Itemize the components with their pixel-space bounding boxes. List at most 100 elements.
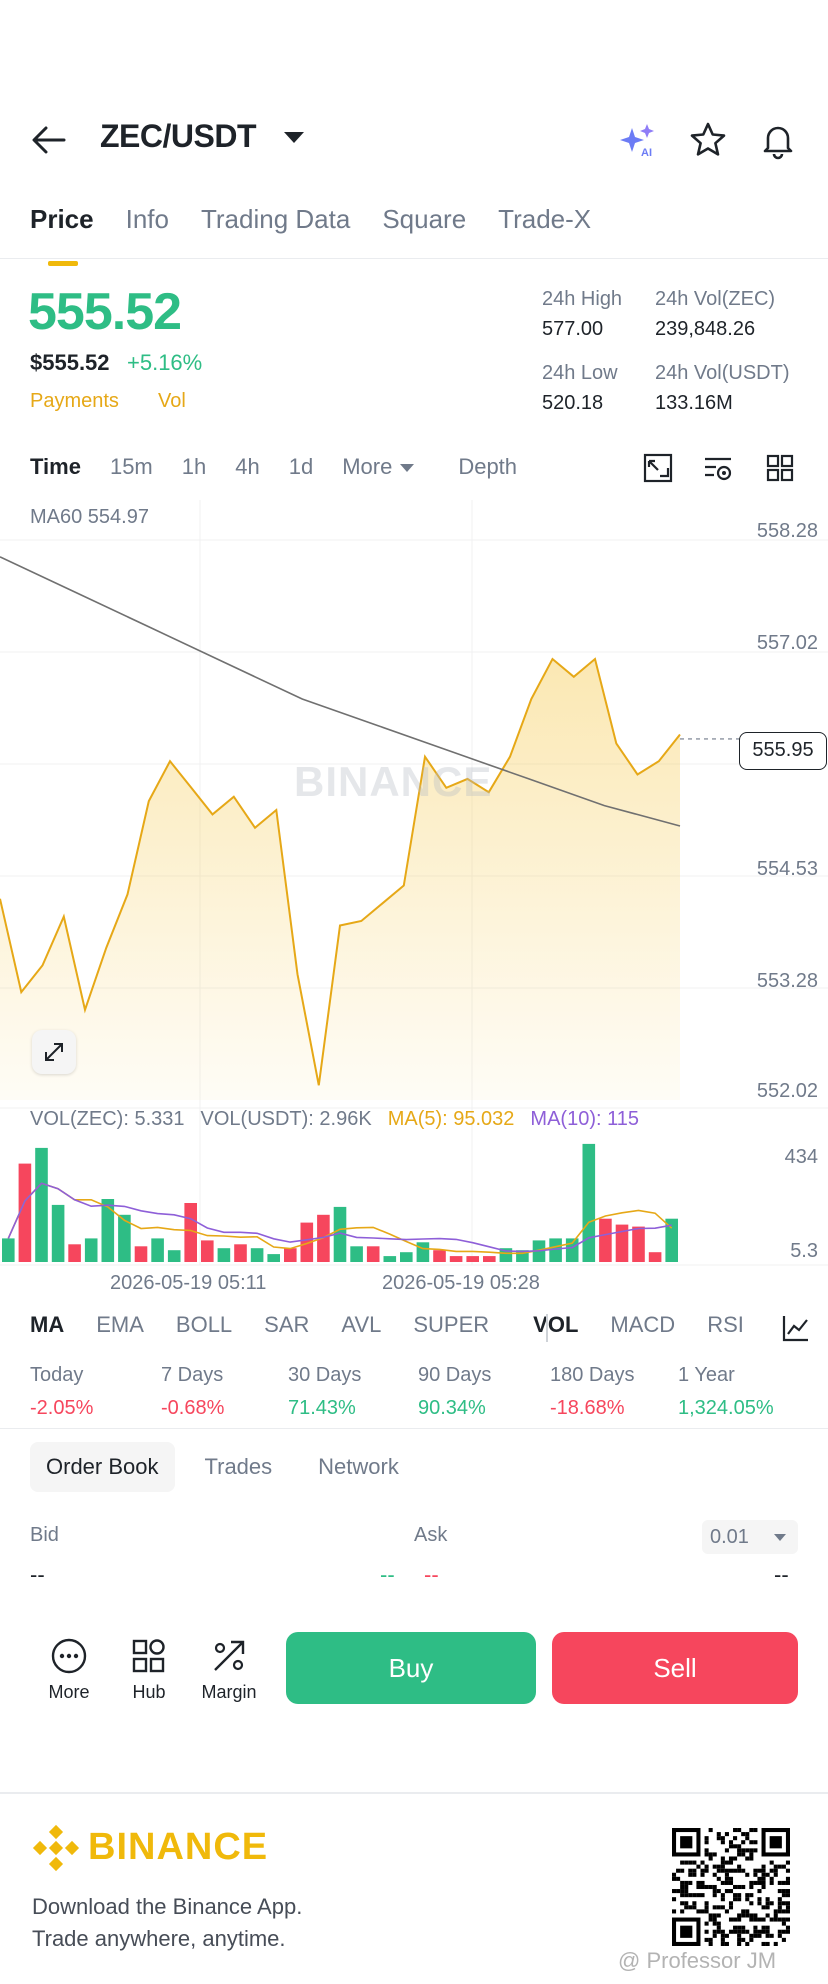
perf-value: -2.05%	[30, 1397, 94, 1419]
vol-ma10-label: MA(10): 115	[530, 1108, 639, 1130]
qr-module	[741, 1925, 746, 1930]
indicator-rsi[interactable]: RSI	[707, 1312, 744, 1338]
svg-text:AI: AI	[641, 147, 652, 159]
indicator-vol[interactable]: VOL	[533, 1312, 578, 1338]
footer-tagline: Trade anywhere, anytime.	[32, 1926, 286, 1951]
interval-more[interactable]: More	[342, 454, 415, 480]
pair-dropdown-caret-icon[interactable]	[284, 132, 304, 143]
ai-sparkle-icon[interactable]: AI	[616, 120, 660, 160]
tab-trading-data[interactable]: Trading Data	[201, 204, 350, 254]
volume-bar	[35, 1147, 48, 1262]
perf-label: 180 Days	[550, 1364, 635, 1386]
qr-module	[781, 1917, 786, 1922]
qr-module	[724, 1872, 729, 1877]
qr-module	[700, 1909, 705, 1914]
bell-icon[interactable]	[758, 120, 798, 160]
qr-module	[688, 1893, 693, 1898]
volume-bar	[2, 1238, 15, 1262]
usd-price: $555.52	[30, 350, 110, 375]
buy-button[interactable]: Buy	[286, 1632, 536, 1704]
indicator-avl[interactable]: AVL	[341, 1312, 381, 1338]
qr-module	[720, 1897, 725, 1902]
tag-payments[interactable]: Payments	[30, 390, 119, 413]
volume-bar	[250, 1248, 264, 1262]
indicator-macd[interactable]: MACD	[610, 1312, 675, 1338]
qr-module	[749, 1933, 754, 1938]
qr-module	[708, 1937, 713, 1942]
qr-module	[728, 1840, 734, 1845]
qr-module	[680, 1909, 685, 1914]
tab-trades[interactable]: Trades	[189, 1442, 289, 1492]
interval-depth[interactable]: Depth	[458, 454, 517, 480]
star-icon[interactable]	[688, 120, 728, 160]
indicator-ma[interactable]: MA	[30, 1312, 64, 1338]
qr-module	[777, 1933, 782, 1938]
qr-module	[769, 1880, 774, 1885]
interval-time[interactable]: Time	[30, 454, 81, 480]
expand-chart-icon[interactable]	[32, 1030, 76, 1074]
qr-module	[733, 1836, 738, 1841]
hub-button[interactable]: Hub	[114, 1636, 184, 1703]
qr-module	[672, 1876, 677, 1881]
qr-module	[741, 1832, 746, 1837]
qr-module	[704, 1884, 709, 1890]
margin-label: Margin	[201, 1682, 257, 1702]
qr-module	[724, 1909, 729, 1914]
binance-wordmark: BINANCE	[88, 1826, 269, 1868]
tab-network[interactable]: Network	[302, 1442, 415, 1492]
qr-module	[680, 1884, 685, 1890]
grid-layout-icon[interactable]	[764, 452, 796, 484]
qr-module	[749, 1840, 754, 1845]
interval-4h[interactable]: 4h	[235, 454, 259, 480]
tab-order-book[interactable]: Order Book	[30, 1442, 175, 1492]
qr-finder	[680, 1836, 693, 1849]
qr-module	[749, 1852, 754, 1857]
qr-module	[724, 1941, 729, 1946]
qr-module	[761, 1929, 766, 1934]
more-button[interactable]: More	[34, 1636, 104, 1703]
sell-button[interactable]: Sell	[552, 1632, 798, 1704]
footer-divider	[0, 1792, 828, 1794]
qr-module	[720, 1929, 725, 1934]
indicator-sar[interactable]: SAR	[264, 1312, 309, 1338]
tab-info[interactable]: Info	[126, 204, 169, 254]
qr-finder	[680, 1925, 693, 1938]
qr-module	[737, 1933, 742, 1938]
qr-module	[769, 1860, 774, 1865]
tab-price[interactable]: Price	[30, 204, 94, 266]
interval-15m[interactable]: 15m	[110, 454, 153, 480]
qr-module	[745, 1872, 750, 1877]
chart-settings-icon[interactable]	[702, 452, 734, 484]
stat-24h-high-value: 577.00	[542, 318, 604, 340]
volume-bar	[134, 1246, 148, 1262]
tab-square[interactable]: Square	[382, 204, 466, 254]
qr-module	[712, 1905, 717, 1910]
indicator-super[interactable]: SUPER	[413, 1312, 489, 1338]
qr-module	[781, 1901, 786, 1906]
interval-1d[interactable]: 1d	[289, 454, 313, 480]
indicator-ema[interactable]: EMA	[96, 1312, 144, 1338]
hub-icon	[132, 1639, 165, 1673]
interval-1h[interactable]: 1h	[182, 454, 206, 480]
qr-module	[720, 1880, 725, 1885]
margin-button[interactable]: Margin	[194, 1636, 264, 1703]
indicator-settings-icon[interactable]	[780, 1312, 812, 1344]
qr-module	[712, 1913, 717, 1918]
qr-module	[728, 1844, 734, 1849]
tag-vol[interactable]: Vol	[158, 390, 186, 413]
vol-tick: 434	[784, 1146, 818, 1168]
qr-code-icon[interactable]	[672, 1828, 790, 1946]
pair-title[interactable]: ZEC/USDT	[100, 118, 257, 155]
price-chart[interactable]	[0, 500, 828, 1270]
chart-type-icon[interactable]	[642, 452, 674, 484]
qr-module	[777, 1901, 782, 1906]
indicator-boll[interactable]: BOLL	[176, 1312, 232, 1338]
qr-module	[753, 1933, 758, 1938]
tab-trade-x[interactable]: Trade-X	[498, 204, 591, 254]
back-arrow-icon[interactable]	[30, 122, 70, 158]
precision-select[interactable]: 0.01	[702, 1520, 798, 1554]
percent-change: +5.16%	[127, 350, 203, 375]
qr-module	[720, 1905, 725, 1910]
qr-module	[749, 1913, 754, 1918]
more-label: More	[48, 1682, 90, 1702]
